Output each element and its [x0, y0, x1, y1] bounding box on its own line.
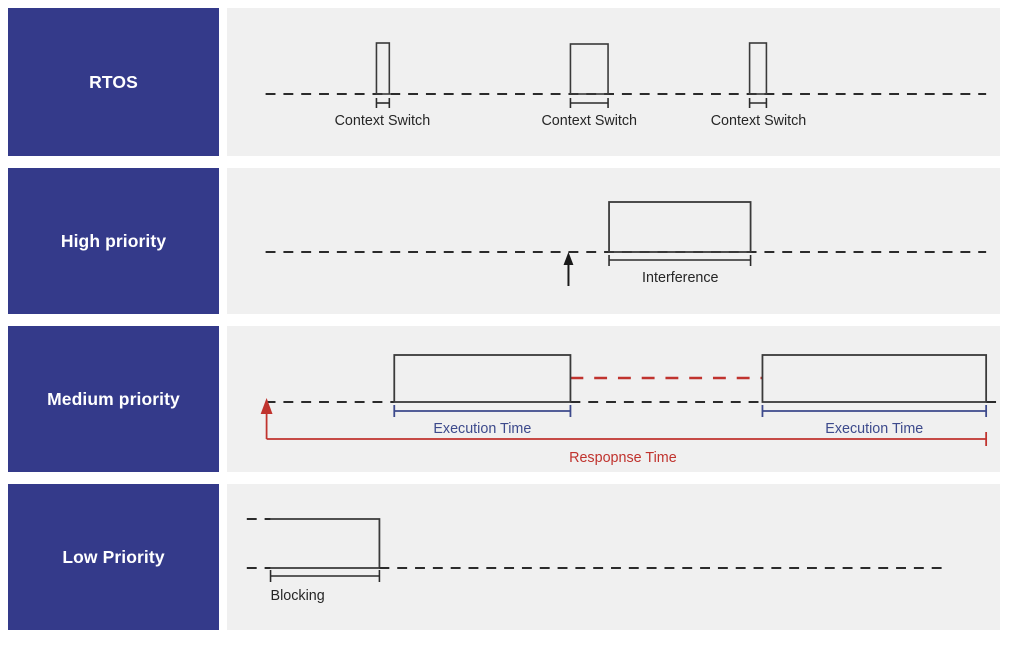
row-track-medium-priority: Execution Time Execution Time Respopnse …: [227, 326, 1000, 472]
interference-label: Interference: [642, 270, 718, 286]
row-track-low-priority: Blocking: [227, 484, 1000, 630]
blocking-label: Blocking: [271, 588, 325, 604]
context-switch-label-1: Context Switch: [335, 113, 431, 129]
blocking-block: [270, 518, 381, 569]
context-switch-label-2: Context Switch: [541, 113, 637, 129]
row-label-text: Medium priority: [47, 388, 180, 409]
execution-time-bracket-2: [761, 405, 988, 417]
row-high-priority: High priority Interference: [8, 168, 1000, 314]
execution-time-label-2: Execution Time: [825, 421, 923, 437]
row-low-priority: Low Priority Blocking: [8, 484, 1000, 630]
interference-bracket: [608, 255, 752, 266]
context-switch-block-1: [375, 42, 391, 95]
context-switch-bracket-1: [375, 98, 391, 108]
context-switch-bracket-2: [569, 98, 609, 108]
interference-block: [608, 201, 752, 253]
high-priority-timeline-svg: Interference: [265, 201, 987, 286]
execution-time-bracket-1: [393, 405, 572, 417]
release-arrow-icon: [563, 252, 574, 286]
context-switch-block-2: [569, 43, 609, 95]
row-label-text: High priority: [60, 230, 167, 251]
row-label-rtos: RTOS: [8, 8, 219, 156]
low-priority-timeline-svg: Blocking: [246, 518, 948, 604]
context-switch-block-3: [748, 42, 768, 95]
response-time-arrow-icon: [260, 398, 273, 414]
row-label-high-priority: High priority: [8, 168, 219, 314]
context-switch-bracket-3: [748, 98, 768, 108]
row-label-medium-priority: Medium priority: [8, 326, 219, 472]
timing-diagram: RTOS Context Switch Context Switch Conte…: [0, 0, 1024, 655]
rtos-timeline-svg: Context Switch Context Switch Context Sw…: [265, 42, 987, 129]
row-rtos: RTOS Context Switch Context Switch Conte…: [8, 8, 1000, 156]
row-medium-priority: Medium priority Execution Time Execution…: [8, 326, 1000, 472]
execution-time-label-1: Execution Time: [433, 421, 531, 437]
row-track-high-priority: Interference: [227, 168, 1000, 314]
response-time-label: Respopnse Time: [569, 450, 677, 466]
blocking-bracket: [269, 570, 381, 582]
row-label-text: RTOS: [89, 71, 138, 92]
row-label-text: Low Priority: [62, 546, 165, 567]
row-label-low-priority: Low Priority: [8, 484, 219, 630]
medium-execution-block-1: [393, 354, 572, 403]
medium-priority-timeline-svg: Execution Time Execution Time Respopnse …: [260, 354, 1000, 466]
medium-execution-block-2: [761, 354, 988, 403]
row-track-rtos: Context Switch Context Switch Context Sw…: [227, 8, 1000, 156]
context-switch-label-3: Context Switch: [711, 113, 807, 129]
